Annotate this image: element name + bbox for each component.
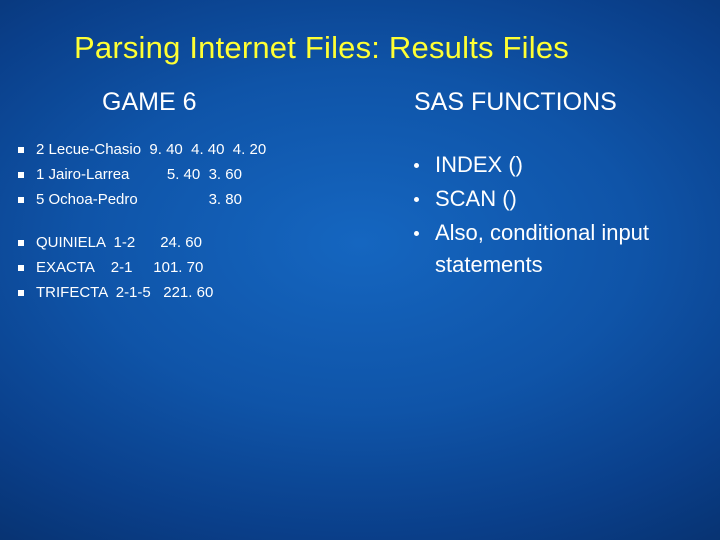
function-text: Also, conditional input statements [435,217,718,281]
content-columns: GAME 6 2 Lecue-Chasio 9. 40 4. 40 4. 20 … [0,66,720,323]
square-bullet-icon [18,265,24,271]
list-item: QUINIELA 1-2 24. 60 [18,230,408,255]
left-heading: GAME 6 [18,88,408,117]
bet-line: QUINIELA 1-2 24. 60 [36,230,202,255]
dot-bullet-icon [414,197,419,202]
function-text: INDEX () [435,149,718,181]
result-line: 5 Ochoa-Pedro 3. 80 [36,187,242,212]
left-column: GAME 6 2 Lecue-Chasio 9. 40 4. 40 4. 20 … [0,88,408,323]
results-block: 2 Lecue-Chasio 9. 40 4. 40 4. 20 1 Jairo… [18,137,408,212]
square-bullet-icon [18,240,24,246]
list-item: INDEX () [414,149,718,181]
list-item: EXACTA 2-1 101. 70 [18,255,408,280]
bets-block: QUINIELA 1-2 24. 60 EXACTA 2-1 101. 70 T… [18,230,408,305]
square-bullet-icon [18,197,24,203]
list-item: SCAN () [414,183,718,215]
list-item: TRIFECTA 2-1-5 221. 60 [18,280,408,305]
list-item: 2 Lecue-Chasio 9. 40 4. 40 4. 20 [18,137,408,162]
square-bullet-icon [18,172,24,178]
result-line: 1 Jairo-Larrea 5. 40 3. 60 [36,162,242,187]
bet-line: TRIFECTA 2-1-5 221. 60 [36,280,213,305]
square-bullet-icon [18,147,24,153]
slide: Parsing Internet Files: Results Files GA… [0,0,720,540]
functions-list: INDEX () SCAN () Also, conditional input… [408,137,718,281]
dot-bullet-icon [414,163,419,168]
result-line: 2 Lecue-Chasio 9. 40 4. 40 4. 20 [36,137,266,162]
right-column: SAS FUNCTIONS INDEX () SCAN () Also, con… [408,88,718,323]
function-text: SCAN () [435,183,718,215]
list-item: Also, conditional input statements [414,217,718,281]
list-item: 1 Jairo-Larrea 5. 40 3. 60 [18,162,408,187]
right-heading: SAS FUNCTIONS [408,88,718,117]
list-item: 5 Ochoa-Pedro 3. 80 [18,187,408,212]
slide-title: Parsing Internet Files: Results Files [0,0,720,66]
square-bullet-icon [18,290,24,296]
dot-bullet-icon [414,231,419,236]
bet-line: EXACTA 2-1 101. 70 [36,255,203,280]
